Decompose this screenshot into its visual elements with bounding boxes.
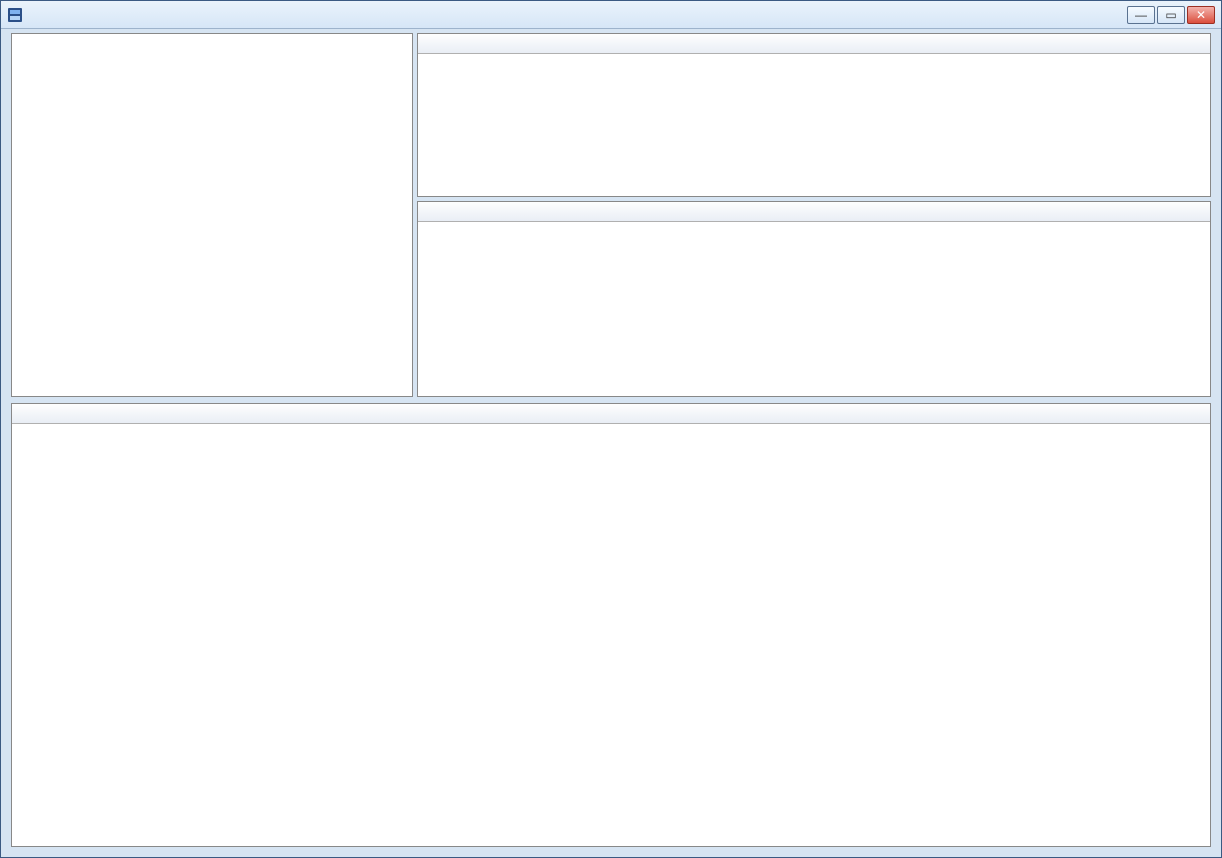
close-icon: ✕ — [1196, 8, 1206, 22]
minimize-button[interactable]: — — [1127, 6, 1155, 24]
module-list-header[interactable] — [12, 404, 1210, 424]
minimize-icon: — — [1135, 8, 1147, 22]
maximize-icon: ▭ — [1165, 8, 1176, 22]
imports-header[interactable] — [418, 34, 1210, 54]
exports-header[interactable] — [418, 202, 1210, 222]
app-icon — [7, 7, 23, 23]
maximize-button[interactable]: ▭ — [1157, 6, 1185, 24]
right-region — [417, 33, 1211, 397]
upper-region — [11, 33, 1211, 397]
dependency-tree-pane[interactable] — [11, 33, 413, 397]
exports-grid[interactable] — [417, 201, 1211, 397]
module-list-pane[interactable] — [11, 403, 1211, 847]
close-button[interactable]: ✕ — [1187, 6, 1215, 24]
titlebar[interactable]: — ▭ ✕ — [1, 1, 1221, 29]
exports-rows[interactable] — [418, 222, 1210, 226]
module-list-rows[interactable] — [12, 424, 1210, 846]
imports-grid[interactable] — [417, 33, 1211, 197]
app-window: — ▭ ✕ — [0, 0, 1222, 858]
client-area — [11, 33, 1211, 847]
